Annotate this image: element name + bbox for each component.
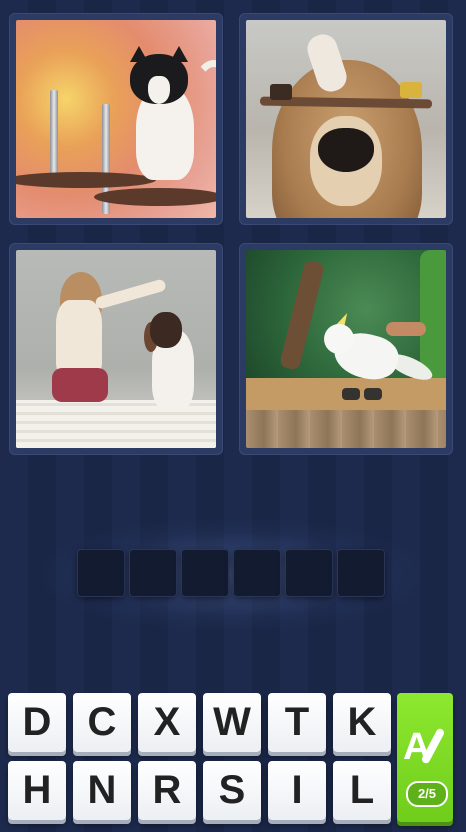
letter-tile[interactable]: T bbox=[268, 693, 326, 752]
paintbrush-letter-icon: A bbox=[403, 717, 447, 777]
girl-arm bbox=[94, 278, 167, 310]
letter-tile[interactable]: I bbox=[268, 761, 326, 820]
dog-photo bbox=[246, 20, 446, 218]
bird-head bbox=[324, 324, 354, 354]
letter-tile[interactable]: H bbox=[8, 761, 66, 820]
hand bbox=[386, 322, 426, 336]
photo-4[interactable] bbox=[239, 243, 453, 455]
letter-tile[interactable]: L bbox=[333, 761, 391, 820]
person bbox=[420, 250, 446, 380]
letter-tile[interactable]: K bbox=[333, 693, 391, 752]
scratching-post bbox=[50, 90, 58, 180]
answer-slot[interactable] bbox=[234, 550, 280, 596]
stone-wall bbox=[246, 410, 446, 448]
photo-1[interactable] bbox=[9, 13, 223, 225]
hint-button[interactable]: A 2/5 bbox=[397, 693, 453, 822]
cat-face bbox=[148, 76, 170, 104]
dog-nose bbox=[318, 128, 374, 172]
letter-tile[interactable]: R bbox=[138, 761, 196, 820]
cat-tail bbox=[194, 60, 216, 114]
bird-shoe bbox=[342, 388, 360, 400]
answer-slot[interactable] bbox=[338, 550, 384, 596]
letter-tile[interactable]: C bbox=[73, 693, 131, 752]
answer-slot[interactable] bbox=[78, 550, 124, 596]
bird-shoe bbox=[364, 388, 382, 400]
answer-slot[interactable] bbox=[286, 550, 332, 596]
tree-branch bbox=[278, 259, 326, 371]
girl-shorts bbox=[52, 368, 108, 402]
photo-2[interactable] bbox=[239, 13, 453, 225]
photo-3[interactable] bbox=[9, 243, 223, 455]
cockatoo-photo bbox=[246, 250, 446, 448]
treat bbox=[400, 82, 422, 98]
letter-tile[interactable]: W bbox=[203, 693, 261, 752]
letter-tile[interactable]: X bbox=[138, 693, 196, 752]
treat bbox=[270, 84, 292, 100]
letter-tile[interactable]: S bbox=[203, 761, 261, 820]
answer-slot[interactable] bbox=[182, 550, 228, 596]
hint-counter: 2/5 bbox=[406, 781, 448, 807]
post-shelf bbox=[94, 188, 216, 206]
girl-dog-photo bbox=[16, 250, 216, 448]
post-shelf bbox=[16, 172, 156, 188]
answer-slot[interactable] bbox=[130, 550, 176, 596]
letter-tile[interactable]: D bbox=[8, 693, 66, 752]
letter-tile[interactable]: N bbox=[73, 761, 131, 820]
cat-photo bbox=[16, 20, 216, 218]
dog-head bbox=[150, 312, 182, 348]
girl-body bbox=[56, 300, 102, 378]
